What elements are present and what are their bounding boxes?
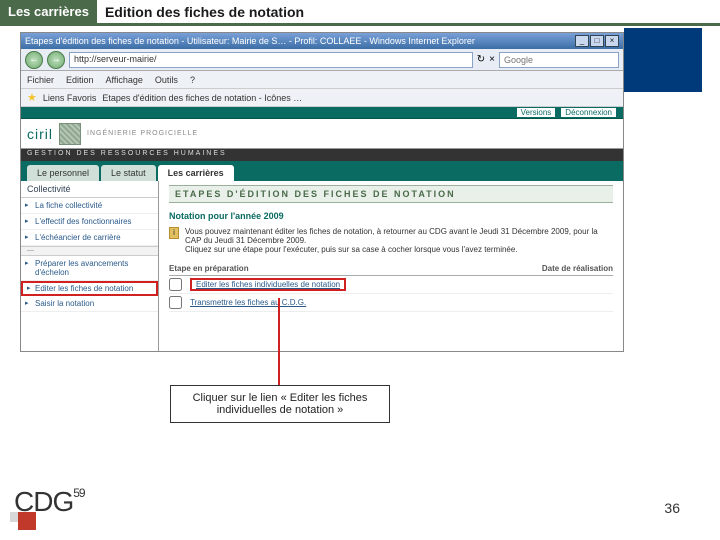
browser-menu-bar: Fichier Edition Affichage Outils ? — [21, 71, 623, 89]
sidebar-item-saisir[interactable]: Saisir la notation — [21, 296, 158, 312]
forward-button[interactable]: → — [47, 51, 65, 69]
app-brand-row: ciril INGÉNIERIE PROGICIELLE — [21, 119, 623, 149]
maximize-button[interactable]: □ — [590, 35, 604, 47]
favorites-bar: ★ Liens Favoris Etapes d'édition des fic… — [21, 89, 623, 107]
sidebar-separator: — — [21, 246, 158, 256]
step-1-link[interactable]: Editer les fiches individuelles de notat… — [190, 278, 346, 291]
decor-blue-block — [624, 28, 702, 92]
info-line-2: Cliquez sur une étape pour l'exécuter, p… — [185, 245, 613, 254]
menu-view[interactable]: Affichage — [106, 75, 143, 85]
info-icon: i — [169, 227, 179, 239]
favorites-page[interactable]: Etapes d'édition des fiches de notation … — [102, 93, 302, 103]
sidebar-item-fiche[interactable]: La fiche collectivité — [21, 198, 158, 214]
col-date: Date de réalisation — [483, 264, 613, 273]
app-topstrip: Versions Déconnexion — [21, 107, 623, 119]
page-number: 36 — [664, 500, 680, 516]
callout-box: Cliquer sur le lien « Editer les fiches … — [170, 385, 390, 423]
brand-logo-icon — [59, 123, 81, 145]
refresh-icon[interactable]: ↻ — [477, 54, 485, 65]
menu-help[interactable]: ? — [190, 75, 195, 85]
menu-edit[interactable]: Edition — [66, 75, 94, 85]
favorites-label[interactable]: Liens Favoris — [43, 93, 97, 103]
step-row-1: Editer les fiches individuelles de notat… — [169, 276, 613, 294]
step-2-link[interactable]: Transmettre les fiches au C.D.G. — [190, 298, 306, 307]
col-step: Etape en préparation — [169, 264, 483, 273]
slide-header: Les carrières Edition des fiches de nota… — [0, 0, 720, 26]
app-workspace: Collectivité La fiche collectivité L'eff… — [21, 181, 623, 351]
link-versions[interactable]: Versions — [516, 107, 557, 118]
info-line-1: Vous pouvez maintenant éditer les fiches… — [185, 227, 613, 245]
step-row-2: Transmettre les fiches au C.D.G. — [169, 294, 613, 312]
browser-window: Etapes d'édition des fiches de notation … — [20, 32, 624, 352]
tab-personnel[interactable]: Le personnel — [27, 165, 99, 181]
sidebar: Collectivité La fiche collectivité L'eff… — [21, 181, 159, 351]
tab-carrieres[interactable]: Les carrières — [158, 165, 234, 181]
main-heading: ETAPES D'ÉDITION DES FICHES DE NOTATION — [169, 185, 613, 203]
address-bar[interactable]: http://serveur-mairie/ — [69, 52, 473, 68]
callout-pointer-line — [278, 298, 280, 386]
step-1-checkbox[interactable] — [169, 278, 182, 291]
sidebar-item-effectif[interactable]: L'effectif des fonctionnaires — [21, 214, 158, 230]
window-title-text: Etapes d'édition des fiches de notation … — [25, 36, 475, 46]
menu-file[interactable]: Fichier — [27, 75, 54, 85]
tab-statut[interactable]: Le statut — [101, 165, 156, 181]
slide-title: Edition des fiches de notation — [97, 0, 312, 24]
favorites-star-icon[interactable]: ★ — [27, 91, 37, 104]
menu-tools[interactable]: Outils — [155, 75, 178, 85]
sidebar-item-editer-fiches[interactable]: Editer les fiches de notation — [21, 281, 158, 296]
browser-nav-bar: ← → http://serveur-mairie/ ↻ × — [21, 49, 623, 71]
back-button[interactable]: ← — [25, 51, 43, 69]
link-logout[interactable]: Déconnexion — [560, 107, 617, 118]
close-button[interactable]: × — [605, 35, 619, 47]
sidebar-item-avancements[interactable]: Préparer les avancements d'échelon — [21, 256, 158, 281]
steps-header: Etape en préparation Date de réalisation — [169, 262, 613, 276]
window-titlebar: Etapes d'édition des fiches de notation … — [21, 33, 623, 49]
sidebar-item-echeancier[interactable]: L'échéancier de carrière — [21, 230, 158, 246]
footer-logo: CDG59 — [14, 486, 85, 518]
brand-subtitle: GESTION DES RESSOURCES HUMAINES — [21, 149, 623, 161]
step-2-checkbox[interactable] — [169, 296, 182, 309]
info-row: i Vous pouvez maintenant éditer les fich… — [169, 227, 613, 254]
brand-tagline: INGÉNIERIE PROGICIELLE — [87, 130, 198, 137]
minimize-button[interactable]: _ — [575, 35, 589, 47]
main-panel: ETAPES D'ÉDITION DES FICHES DE NOTATION … — [159, 181, 623, 351]
search-input[interactable] — [499, 52, 619, 68]
main-subheading: Notation pour l'année 2009 — [169, 211, 613, 221]
app-tabs-row: Le personnel Le statut Les carrières — [21, 161, 623, 181]
sidebar-section-collectivite: Collectivité — [21, 181, 158, 198]
section-tab: Les carrières — [0, 0, 97, 23]
stop-icon[interactable]: × — [489, 54, 495, 65]
brand-logo-text: ciril — [27, 126, 53, 142]
